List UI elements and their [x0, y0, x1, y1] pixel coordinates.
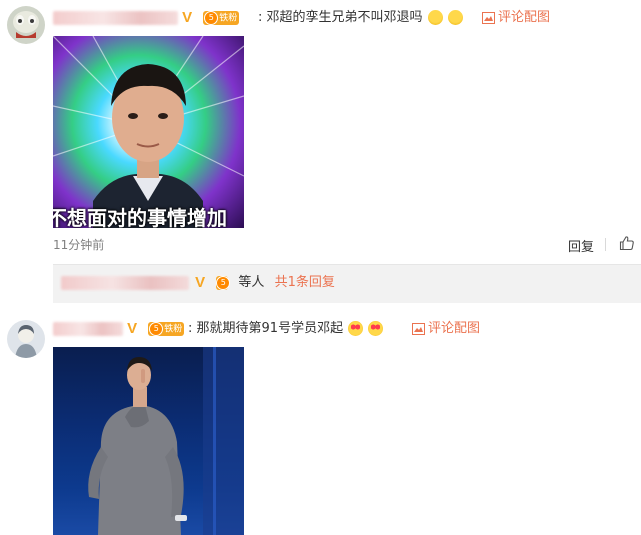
sub-reply-text: 等人	[238, 275, 265, 290]
username-redacted[interactable]	[53, 10, 178, 25]
fan-level: 5	[216, 275, 231, 290]
comment-text-line: : 邓超的孪生兄弟不叫邓退吗	[258, 10, 463, 26]
fan-level: 5	[149, 321, 164, 336]
comment-with-image-label: 评论配图	[498, 10, 551, 25]
view-all-replies-link[interactable]: 共1条回复	[275, 275, 335, 290]
comment-username-line: V 5 铁粉	[53, 319, 185, 337]
fan-badge: 5 铁粉	[203, 10, 240, 25]
fan-badge: 5	[216, 275, 231, 290]
comment-colon: :	[188, 321, 193, 336]
comment-with-image-link[interactable]: 评论配图	[482, 10, 550, 26]
fan-badge-label: 铁粉	[219, 13, 238, 23]
reply-button[interactable]: 回复	[568, 236, 594, 255]
username-redacted[interactable]	[53, 321, 123, 336]
comment-image-art	[53, 36, 244, 228]
image-icon	[482, 11, 495, 24]
heart-eyes-icon	[368, 321, 384, 336]
comment-time: 11分钟前	[53, 238, 105, 252]
commenter-avatar[interactable]	[7, 6, 45, 44]
crying-face-icon	[447, 10, 463, 25]
image-caption: 不想面对的事情增加	[53, 206, 227, 228]
v-badge-icon: V	[127, 319, 138, 337]
comment-image[interactable]	[53, 347, 244, 535]
avatar-image	[7, 320, 45, 358]
comment-colon: :	[258, 10, 263, 25]
comment-text: 邓超的孪生兄弟不叫邓退吗	[266, 10, 423, 25]
sub-reply-username-redacted[interactable]	[61, 275, 189, 290]
heart-eyes-icon	[348, 321, 364, 336]
comment-image-art	[88, 347, 244, 535]
commenter-avatar[interactable]	[7, 320, 45, 358]
comment-image[interactable]: 不想面对的事情增加	[53, 36, 244, 228]
divider	[605, 238, 606, 251]
crying-face-icon	[427, 10, 443, 25]
comment-text: 那就期待第91号学员邓起	[196, 321, 344, 336]
comment-with-image-link[interactable]: 评论配图	[412, 321, 480, 337]
comment-with-image-label: 评论配图	[428, 321, 481, 336]
fan-badge: 5 铁粉	[148, 321, 185, 336]
fan-level: 5	[204, 10, 219, 25]
image-icon	[412, 322, 425, 335]
comment-username-line: V 5 铁粉	[53, 8, 240, 26]
sub-reply-line: V 5 等人 共1条回复	[61, 275, 335, 291]
like-button[interactable]	[619, 235, 635, 255]
avatar-image	[7, 6, 45, 44]
v-badge-icon: V	[182, 8, 193, 26]
comment-text-line: : 那就期待第91号学员邓起	[188, 321, 384, 337]
thumb-up-icon	[619, 236, 634, 251]
fan-badge-label: 铁粉	[164, 324, 183, 334]
v-badge-icon: V	[195, 273, 206, 291]
